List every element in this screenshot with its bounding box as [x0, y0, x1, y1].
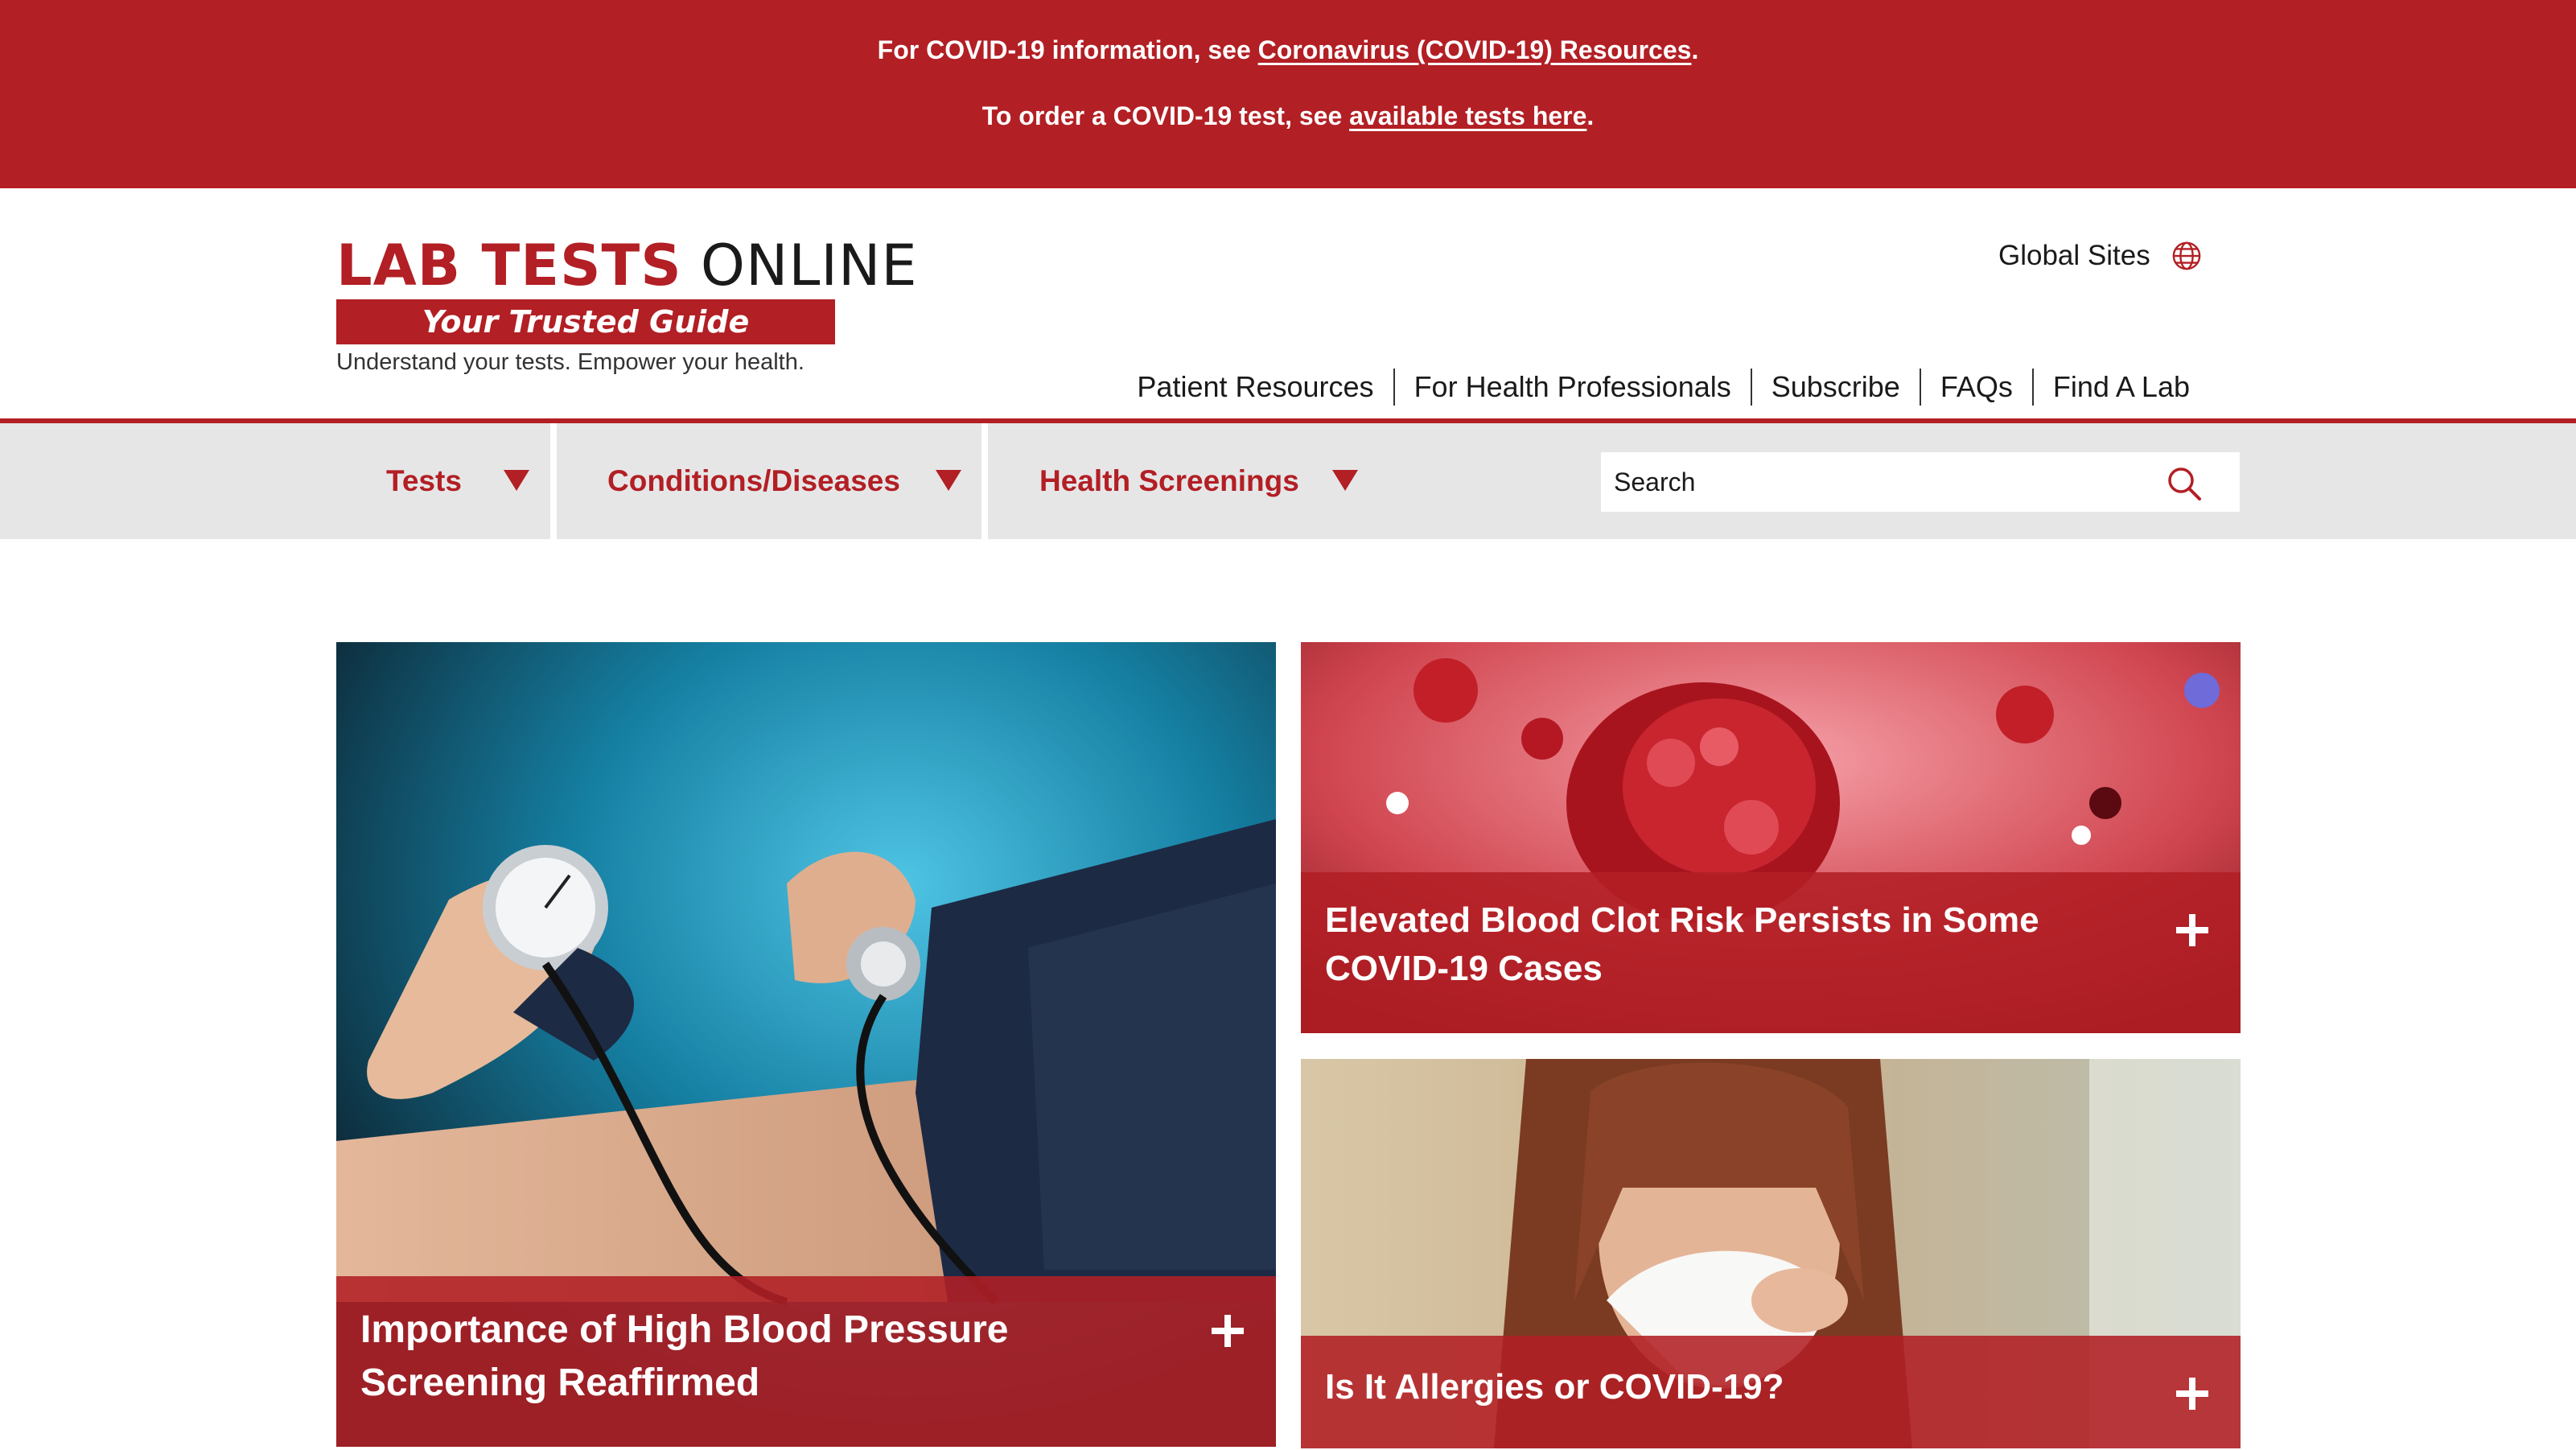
nav-health-screenings-dropdown[interactable]: Health Screenings [1039, 423, 1377, 539]
logo-tagline: Your Trusted Guide [336, 299, 835, 344]
card-title-line2: COVID-19 Cases [1325, 949, 1603, 988]
plus-icon[interactable] [1212, 1315, 1244, 1347]
nav-divider [550, 423, 557, 539]
covid-order-period: . [1586, 101, 1595, 130]
chevron-down-icon [1332, 470, 1358, 491]
logo-subtitle: Understand your tests. Empower your heal… [336, 349, 804, 375]
logo-title: LAB TESTS ONLINE [336, 237, 917, 295]
covid-order-line: To order a COVID-19 test, see available … [0, 101, 2576, 131]
global-sites-label: Global Sites [1998, 240, 2150, 271]
covid-info-line: For COVID-19 information, see Coronaviru… [0, 35, 2576, 65]
news-card-allergies[interactable]: Is It Allergies or COVID-19? [1301, 1059, 2241, 1448]
nav-tests-dropdown[interactable]: Tests [386, 423, 547, 539]
logo-title-lab-tests: LAB TESTS [336, 233, 682, 299]
card-title-line2: Screening Reaffirmed [360, 1361, 760, 1404]
card-title[interactable]: Is It Allergies or COVID-19? [1325, 1363, 1784, 1411]
card-title-line1: Elevated Blood Clot Risk Persists in Som… [1325, 900, 2039, 940]
nav-conditions-dropdown[interactable]: Conditions/Diseases [607, 423, 969, 539]
plus-icon[interactable] [2176, 1378, 2208, 1410]
chevron-down-icon [936, 470, 961, 491]
card-title-line1: Is It Allergies or COVID-19? [1325, 1367, 1784, 1407]
nav-tests-label: Tests [386, 464, 462, 497]
card-title-line1: Importance of High Blood Pressure [360, 1308, 1009, 1351]
chevron-down-icon [504, 470, 529, 491]
card-caption: Is It Allergies or COVID-19? [1301, 1336, 2241, 1448]
covid-info-period: . [1691, 35, 1699, 64]
nav-health-professionals[interactable]: For Health Professionals [1395, 369, 1751, 406]
news-card-blood-pressure[interactable]: Importance of High Blood Pressure Screen… [336, 642, 1276, 1447]
covid-banner: For COVID-19 information, see Coronaviru… [0, 0, 2576, 188]
card-title[interactable]: Importance of High Blood Pressure Screen… [360, 1304, 1008, 1410]
covid-info-text: For COVID-19 information, see [877, 35, 1258, 64]
nav-divider [981, 423, 988, 539]
global-sites-link[interactable]: Global Sites [1998, 240, 2202, 272]
site-logo[interactable]: LAB TESTS ONLINE Your Trusted Guide Unde… [336, 237, 917, 376]
nav-patient-resources[interactable]: Patient Resources [1117, 369, 1393, 406]
nav-conditions-label: Conditions/Diseases [607, 464, 900, 497]
nav-health-screenings-label: Health Screenings [1039, 464, 1299, 497]
available-tests-link[interactable]: available tests here [1349, 101, 1586, 130]
globe-icon [2172, 241, 2201, 270]
nav-find-a-lab[interactable]: Find A Lab [2034, 369, 2190, 406]
main-nav: Tests Conditions/Diseases Health Screeni… [0, 423, 2576, 539]
logo-title-online: ONLINE [681, 233, 918, 299]
news-card-blood-clot[interactable]: Elevated Blood Clot Risk Persists in Som… [1301, 642, 2241, 1033]
card-title[interactable]: Elevated Blood Clot Risk Persists in Som… [1325, 896, 2039, 993]
nav-faqs[interactable]: FAQs [1921, 369, 2032, 406]
card-caption: Importance of High Blood Pressure Screen… [336, 1276, 1276, 1447]
search-box [1601, 452, 2240, 512]
utility-nav: Patient Resources For Health Professiona… [1117, 369, 2190, 406]
plus-icon[interactable] [2176, 914, 2208, 946]
covid-resources-link[interactable]: Coronavirus (COVID-19) Resources [1258, 35, 1692, 64]
card-caption: Elevated Blood Clot Risk Persists in Som… [1301, 872, 2241, 1033]
covid-order-text: To order a COVID-19 test, see [981, 101, 1350, 130]
search-input[interactable] [1614, 467, 2161, 497]
nav-subscribe[interactable]: Subscribe [1752, 369, 1920, 406]
search-icon[interactable] [2166, 465, 2203, 502]
